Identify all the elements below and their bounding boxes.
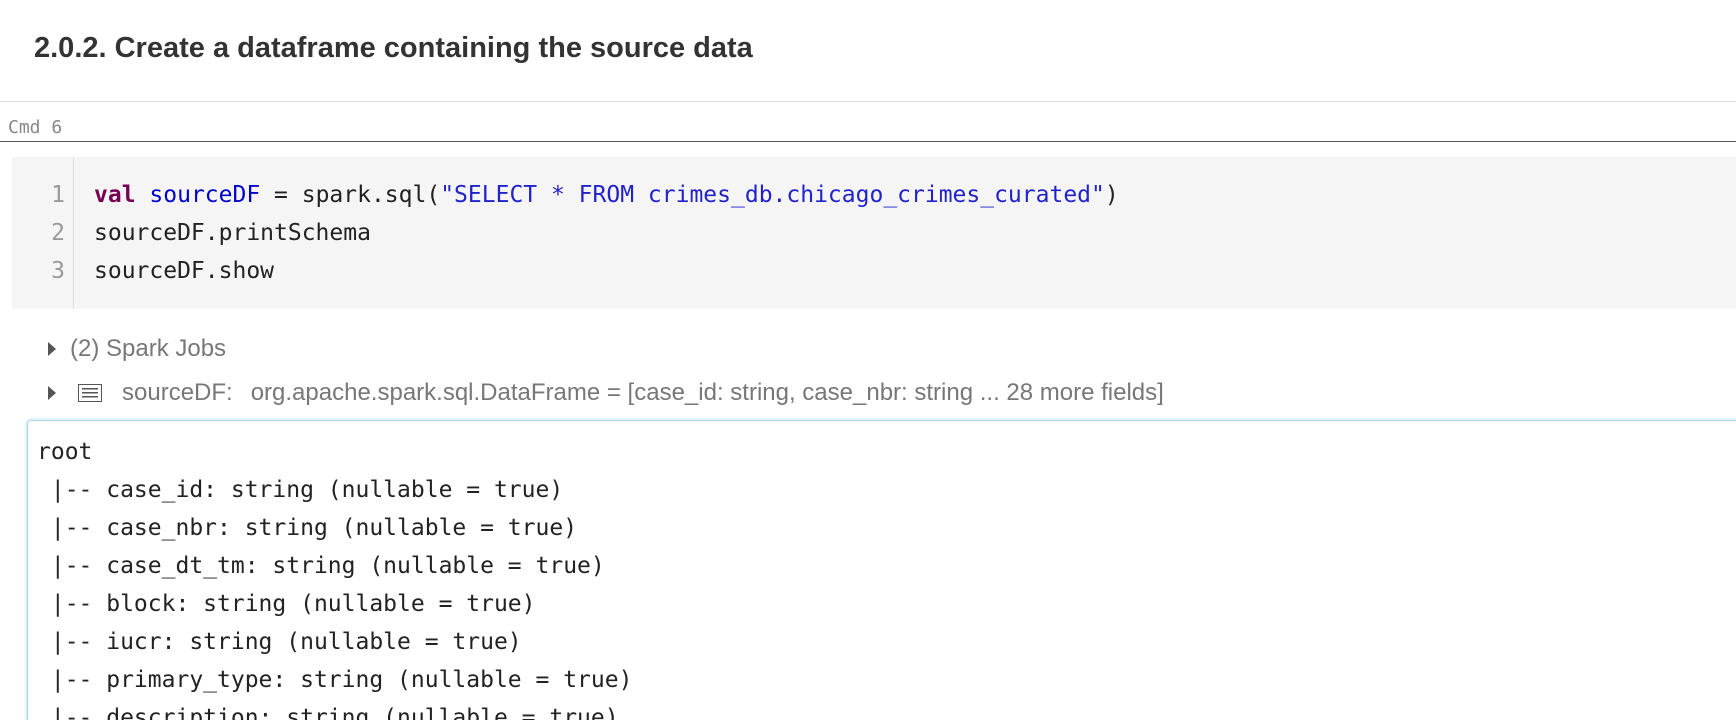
code-variable: sourceDF — [149, 182, 261, 208]
output-line: |-- case_dt_tm: string (nullable = true) — [37, 553, 605, 579]
cell-heading: 2.0.2. Create a dataframe containing the… — [34, 32, 753, 64]
code-line[interactable]: sourceDF.printSchema — [94, 214, 371, 252]
spark-jobs-toggle[interactable]: (2) Spark Jobs — [48, 334, 226, 364]
spark-jobs-label: (2) Spark Jobs — [70, 335, 227, 362]
code-editor[interactable]: 1 2 3 val sourceDF = spark.sql("SELECT *… — [12, 157, 1736, 309]
code-keyword: val — [94, 182, 136, 208]
output-line: root — [37, 439, 93, 465]
output-line: |-- case_nbr: string (nullable = true) — [37, 515, 578, 541]
output-line: |-- description: string (nullable = true… — [37, 705, 619, 720]
output-line: |-- block: string (nullable = true) — [37, 591, 536, 617]
cell-output[interactable]: root |-- case_id: string (nullable = tru… — [27, 420, 1736, 720]
dataframe-toggle[interactable]: sourceDF: org.apache.spark.sql.DataFrame… — [48, 378, 1164, 408]
output-line: |-- primary_type: string (nullable = tru… — [37, 667, 633, 693]
code-string: "SELECT * FROM crimes_db.chicago_crimes_… — [440, 182, 1105, 208]
line-number: 3 — [51, 258, 65, 284]
code-line[interactable]: sourceDF.show — [94, 252, 274, 290]
expand-triangle-icon[interactable] — [48, 342, 56, 356]
code-text: ) — [1104, 182, 1119, 208]
expand-triangle-icon[interactable] — [48, 386, 56, 400]
line-number: 2 — [51, 220, 65, 246]
code-line[interactable]: val sourceDF = spark.sql("SELECT * FROM … — [94, 176, 1119, 214]
command-label: Cmd 6 — [8, 117, 63, 138]
command-divider — [0, 141, 1736, 142]
notebook-page: 2.0.2. Create a dataframe containing the… — [0, 0, 1736, 720]
markdown-cell[interactable]: 2.0.2. Create a dataframe containing the… — [0, 0, 1736, 102]
table-icon — [78, 384, 102, 402]
output-line: |-- case_id: string (nullable = true) — [37, 477, 564, 503]
line-number: 1 — [51, 182, 65, 208]
code-text: = spark.sql( — [260, 182, 441, 208]
output-line: |-- iucr: string (nullable = true) — [37, 629, 522, 655]
line-number-gutter: 1 2 3 — [12, 157, 74, 309]
dataframe-name: sourceDF: — [122, 379, 233, 406]
dataframe-type: org.apache.spark.sql.DataFrame = [case_i… — [250, 379, 1164, 406]
